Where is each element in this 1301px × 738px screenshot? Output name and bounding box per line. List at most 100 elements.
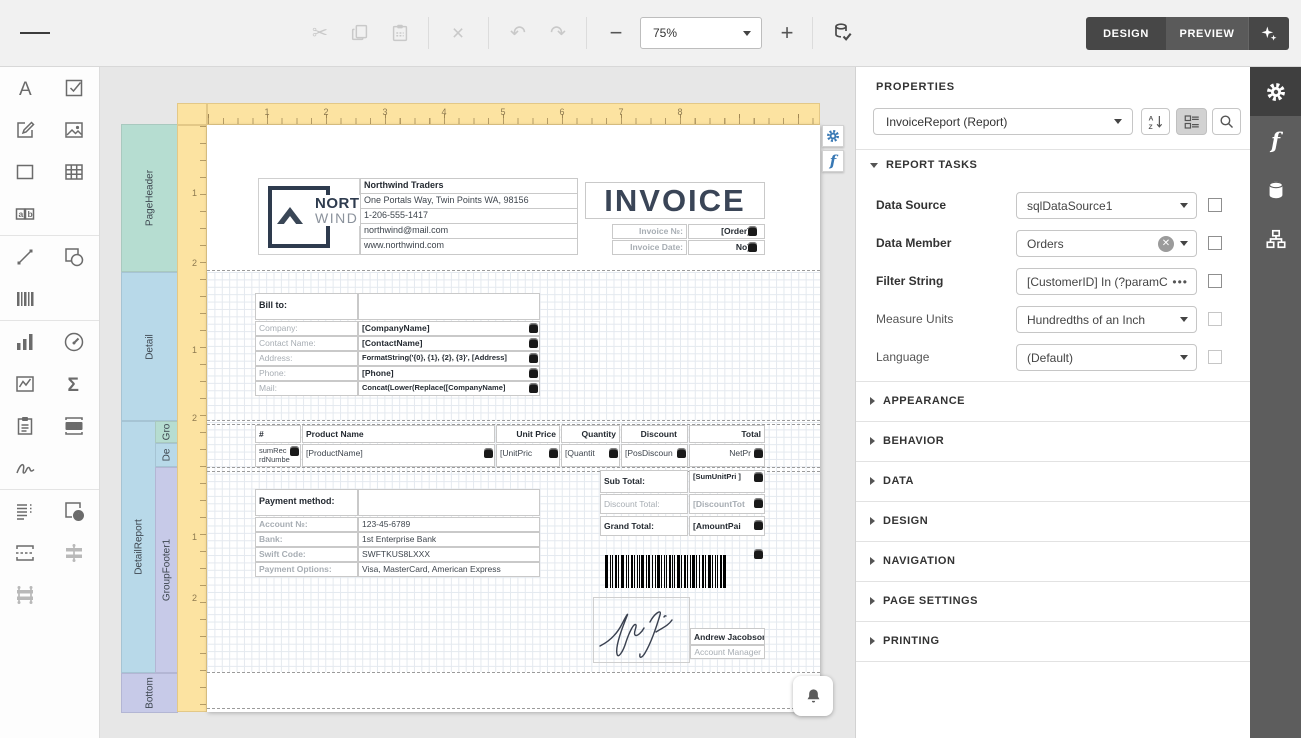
swift-code-field[interactable]: SWFTKUS8LXXX: [358, 547, 540, 562]
payment-options-label[interactable]: Payment Options:: [255, 562, 358, 577]
band-group-header1[interactable]: Gro: [156, 422, 177, 442]
section-page-settings[interactable]: PAGE SETTINGS: [870, 595, 978, 607]
data-member-checkbox[interactable]: [1208, 236, 1222, 250]
section-design[interactable]: DESIGN: [870, 515, 928, 527]
filter-string-checkbox[interactable]: [1208, 274, 1222, 288]
line-tool-icon[interactable]: [0, 236, 50, 278]
undo-icon[interactable]: ↶: [503, 17, 533, 49]
character-comb-tool-icon[interactable]: ab: [0, 193, 50, 235]
gauge-tool-icon[interactable]: [50, 321, 100, 363]
band-detail[interactable]: Detail: [122, 273, 177, 420]
sub-total-label[interactable]: Sub Total:: [600, 470, 688, 493]
section-data[interactable]: DATA: [870, 475, 914, 487]
company-phone-field[interactable]: 1-206-555-1417: [360, 208, 578, 224]
band-page-header[interactable]: PageHeader: [122, 125, 177, 271]
bill-contact-label[interactable]: Contact Name:: [255, 336, 358, 351]
data-source-dropdown[interactable]: sqlDataSource1: [1016, 192, 1197, 219]
company-address-field[interactable]: One Portals Way, Twin Points WA, 98156: [360, 193, 578, 209]
signatory-title[interactable]: Account Manager: [690, 645, 765, 659]
band-detail1[interactable]: De: [156, 444, 177, 466]
signature-tool-icon[interactable]: [0, 447, 50, 489]
cross-band-box-tool-icon[interactable]: [0, 574, 50, 616]
company-name-field[interactable]: Northwind Traders: [360, 178, 578, 194]
report-tasks-gear-button[interactable]: [822, 125, 844, 147]
cell-record-number[interactable]: sumRec rdNumbe: [255, 444, 301, 467]
notifications-button[interactable]: [793, 676, 833, 716]
company-email-field[interactable]: northwind@mail.com: [360, 223, 578, 239]
bill-address-field[interactable]: FormatString('{0}, {1}, {2}, {3}', [Addr…: [358, 351, 540, 366]
redo-icon[interactable]: ↷: [543, 17, 573, 49]
page-info-tool-icon[interactable]: i: [50, 490, 100, 532]
search-properties-button[interactable]: [1212, 108, 1241, 135]
table-of-contents-tool-icon[interactable]: [0, 490, 50, 532]
bill-phone-label[interactable]: Phone:: [255, 366, 358, 381]
invoice-date-field[interactable]: No): [688, 240, 765, 255]
band-group-footer1[interactable]: GroupFooter1: [156, 468, 177, 672]
invoice-number-field[interactable]: [Order]: [688, 224, 765, 239]
paste-icon[interactable]: [385, 17, 415, 49]
bill-to-header[interactable]: Bill to:: [255, 293, 358, 320]
sparkline-tool-icon[interactable]: [0, 363, 50, 405]
cross-band-line-tool-icon[interactable]: [50, 532, 100, 574]
form-tool-icon[interactable]: [0, 405, 50, 447]
label-tool-icon[interactable]: A: [0, 67, 50, 109]
discount-total-label[interactable]: Discount Total:: [600, 494, 688, 514]
tab-expressions[interactable]: f: [1250, 116, 1301, 165]
measure-units-dropdown[interactable]: Hundredths of an Inch: [1016, 306, 1197, 333]
payment-method-header[interactable]: Payment method:: [255, 489, 358, 516]
col-header-discount[interactable]: Discount: [621, 425, 688, 443]
invoice-title[interactable]: INVOICE: [585, 182, 765, 219]
picture-box-tool-icon[interactable]: [50, 109, 100, 151]
ai-sparkle-button[interactable]: [1248, 17, 1289, 50]
design-surface[interactable]: PageHeader Detail DetailReport Gro De Gr…: [100, 67, 855, 738]
delete-icon[interactable]: ×: [443, 17, 473, 49]
barcode-tool-icon[interactable]: [0, 278, 50, 320]
data-source-checkbox[interactable]: [1208, 198, 1222, 212]
menu-icon[interactable]: [20, 17, 50, 49]
cell-unit-price[interactable]: [UnitPric: [496, 444, 560, 467]
band-detail-report[interactable]: DetailReport: [122, 422, 155, 672]
selected-element-dropdown[interactable]: InvoiceReport (Report): [873, 108, 1133, 135]
clear-value-icon[interactable]: ✕: [1158, 236, 1174, 252]
zoom-level-select[interactable]: 75%: [640, 17, 762, 49]
bill-company-field[interactable]: [CompanyName]: [358, 321, 540, 336]
tab-properties[interactable]: [1250, 67, 1301, 116]
panel-tool-icon[interactable]: [0, 151, 50, 193]
tab-report-structure[interactable]: [1250, 214, 1301, 263]
cell-total[interactable]: NetPr: [689, 444, 765, 467]
bank-label[interactable]: Bank:: [255, 532, 358, 547]
payment-options-field[interactable]: Visa, MasterCard, American Express: [358, 562, 540, 577]
zoom-in-icon[interactable]: +: [772, 17, 802, 49]
bill-mail-label[interactable]: Mail:: [255, 381, 358, 396]
chart-tool-icon[interactable]: [0, 321, 50, 363]
grand-total-label[interactable]: Grand Total:: [600, 516, 688, 536]
checkbox-tool-icon[interactable]: [50, 67, 100, 109]
bill-phone-field[interactable]: [Phone]: [358, 366, 540, 381]
grouped-view-button[interactable]: [1176, 108, 1207, 135]
col-header-product[interactable]: Product Name: [302, 425, 495, 443]
data-member-dropdown[interactable]: Orders ✕: [1016, 230, 1197, 257]
language-checkbox[interactable]: [1208, 350, 1222, 364]
preview-button[interactable]: PREVIEW: [1166, 17, 1248, 50]
tab-field-list[interactable]: [1250, 165, 1301, 214]
bill-company-label[interactable]: Company:: [255, 321, 358, 336]
design-button[interactable]: DESIGN: [1086, 17, 1166, 50]
copy-icon[interactable]: [345, 17, 375, 49]
bill-contact-field[interactable]: [ContactName]: [358, 336, 540, 351]
signature-image[interactable]: [593, 597, 690, 663]
barcode-element[interactable]: [605, 555, 765, 588]
zoom-out-icon[interactable]: −: [601, 17, 631, 49]
section-appearance[interactable]: APPEARANCE: [870, 395, 965, 407]
col-header-unit-price[interactable]: Unit Price: [496, 425, 560, 443]
section-navigation[interactable]: NAVIGATION: [870, 555, 955, 567]
ellipsis-icon[interactable]: •••: [1172, 275, 1188, 289]
language-dropdown[interactable]: (Default): [1016, 344, 1197, 371]
invoice-number-label[interactable]: Invoice №:: [612, 224, 687, 239]
signatory-name[interactable]: Andrew Jacobson: [690, 628, 765, 645]
payment-value-box[interactable]: [358, 489, 540, 516]
rich-text-tool-icon[interactable]: [0, 109, 50, 151]
section-behavior[interactable]: BEHAVIOR: [870, 435, 944, 447]
bill-mail-field[interactable]: Concat(Lower(Replace([CompanyName]: [358, 381, 540, 396]
report-tasks-section-header[interactable]: REPORT TASKS: [870, 159, 977, 171]
col-header-total[interactable]: Total: [689, 425, 765, 443]
